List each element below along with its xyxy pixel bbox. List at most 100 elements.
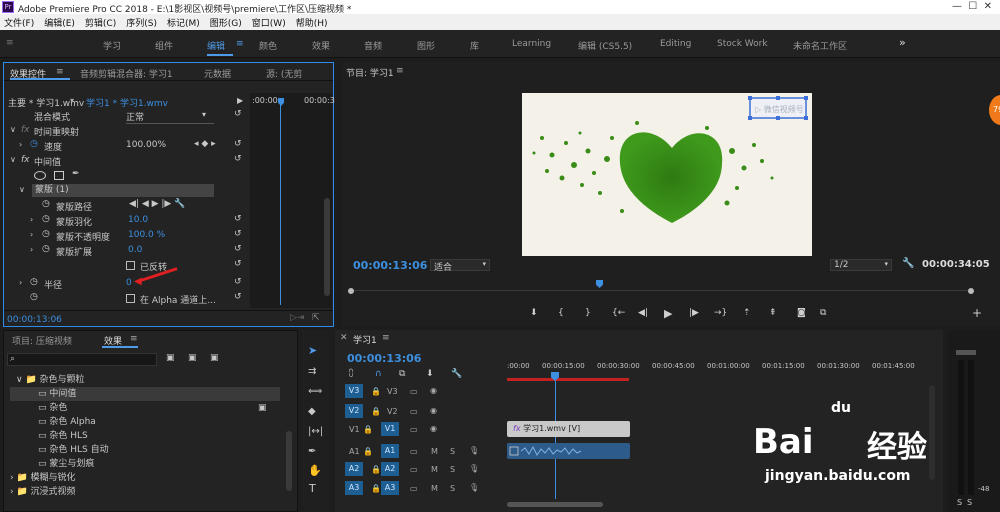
eye-icon[interactable]: ◉ bbox=[430, 406, 437, 415]
track-name-a3[interactable]: A3 bbox=[381, 481, 399, 495]
list-item[interactable]: › 📁 沉浸式视频 bbox=[10, 485, 280, 499]
eye-icon[interactable]: ◉ bbox=[430, 424, 437, 433]
work-area-bar[interactable] bbox=[507, 378, 629, 381]
sync-lock-icon[interactable]: ▭ bbox=[410, 447, 418, 456]
keyframe-nav-icon[interactable]: ◂ ◆ ▸ bbox=[194, 139, 216, 149]
reset-icon[interactable]: ↺ bbox=[234, 259, 242, 269]
lock-icon[interactable]: 🔒 bbox=[363, 425, 373, 434]
play-icon[interactable]: ▶ bbox=[664, 307, 672, 320]
tab-source[interactable]: 源: (无剪 bbox=[266, 67, 302, 80]
chevron-down-icon[interactable]: ∨ bbox=[10, 125, 16, 134]
microphone-icon[interactable]: 🎙 bbox=[469, 483, 479, 492]
video-frame[interactable]: ▷ 微信视频号 bbox=[522, 93, 812, 256]
add-marker-icon[interactable]: ⬇ bbox=[426, 369, 434, 379]
sequence-clip-label[interactable]: 学习1 * 学习1.wmv bbox=[86, 96, 168, 109]
stopwatch-icon[interactable]: ◷ bbox=[42, 244, 50, 254]
chevron-right-icon[interactable]: › bbox=[30, 230, 33, 239]
resolution-select[interactable]: 1/2 ▾ bbox=[830, 259, 892, 271]
list-item[interactable]: › 📁 模糊与锐化 bbox=[10, 471, 280, 485]
menu-file[interactable]: 文件(F) bbox=[4, 16, 34, 29]
reset-icon[interactable]: ↺ bbox=[234, 244, 242, 254]
reset-icon[interactable]: ↺ bbox=[234, 154, 242, 164]
workspace-editing-en[interactable]: Editing bbox=[660, 39, 691, 49]
yuv-effects-icon[interactable]: ▣ bbox=[210, 353, 219, 363]
workspace-stock-work[interactable]: Stock Work bbox=[717, 39, 768, 49]
stopwatch-icon[interactable]: ◷ bbox=[42, 229, 50, 239]
32bit-effects-icon[interactable]: ▣ bbox=[188, 353, 197, 363]
workspace-overflow-button[interactable]: » bbox=[899, 36, 906, 49]
nest-icon[interactable]: ⩇ bbox=[349, 369, 353, 379]
list-item[interactable]: ∨ 📁 杂色与颗粒 bbox=[10, 373, 280, 387]
list-item[interactable]: ▭ 中间值 bbox=[10, 387, 280, 401]
audio-clip[interactable] bbox=[507, 443, 630, 459]
tab-audio-clip-mixer[interactable]: 音频剪辑混合器: 学习1 bbox=[80, 67, 173, 80]
stopwatch-icon[interactable]: ◷ bbox=[30, 292, 38, 302]
linked-selection-icon[interactable]: ⧉ bbox=[399, 369, 405, 379]
workspace-menu-icon[interactable]: ≡ bbox=[6, 38, 14, 48]
reset-icon[interactable]: ↺ bbox=[234, 229, 242, 239]
solo-button[interactable]: S bbox=[450, 465, 455, 474]
track-target-a1[interactable]: A1 bbox=[381, 444, 399, 458]
pen-icon[interactable]: ✒ bbox=[72, 169, 80, 179]
list-item[interactable]: ▭ 蒙尘与划痕 bbox=[10, 457, 280, 471]
pen-tool-icon[interactable]: ✒ bbox=[308, 446, 316, 457]
stopwatch-icon[interactable]: ◷ bbox=[30, 277, 38, 287]
track-target-a3[interactable]: A3 bbox=[345, 481, 363, 495]
speed-value[interactable]: 100.00% bbox=[126, 140, 166, 150]
sync-lock-icon[interactable]: ▭ bbox=[410, 407, 418, 416]
effects-list-scrollbar[interactable] bbox=[286, 431, 292, 491]
workspace-libraries[interactable]: 库 bbox=[470, 39, 479, 52]
mute-button[interactable]: M bbox=[431, 484, 438, 493]
scrubber-start-handle[interactable] bbox=[348, 288, 354, 294]
reset-icon[interactable]: ↺ bbox=[234, 292, 242, 302]
panel-menu-icon[interactable]: ≡ bbox=[396, 66, 404, 76]
track-target-v2[interactable]: V2 bbox=[345, 404, 363, 418]
track-name-a2[interactable]: A2 bbox=[381, 462, 399, 476]
step-forward-icon[interactable]: |▶ bbox=[689, 308, 699, 318]
close-icon[interactable]: ✕ bbox=[340, 333, 348, 343]
mask-expansion-value[interactable]: 0.0 bbox=[128, 245, 142, 255]
list-item[interactable]: ▭ 杂色 ▣ bbox=[10, 401, 280, 415]
effects-search-input[interactable]: ⌕ bbox=[7, 353, 157, 366]
stopwatch-icon[interactable]: ◷ bbox=[42, 199, 50, 209]
fx-icon[interactable]: fx bbox=[21, 155, 30, 165]
type-tool-icon[interactable]: T bbox=[309, 482, 316, 495]
lift-icon[interactable]: ⇡ bbox=[743, 308, 751, 318]
eye-icon[interactable]: ◉ bbox=[430, 386, 437, 395]
slip-tool-icon[interactable]: |↔| bbox=[308, 426, 323, 437]
effect-controls-scrollbar[interactable] bbox=[324, 198, 330, 296]
timeline-h-scrollbar[interactable] bbox=[507, 502, 603, 507]
scrubber-end-handle[interactable] bbox=[968, 288, 974, 294]
panel-menu-icon[interactable]: ≡ bbox=[130, 334, 138, 344]
mark-out-icon[interactable]: } bbox=[585, 308, 591, 318]
chevron-right-icon[interactable]: › bbox=[30, 245, 33, 254]
export-frame-icon[interactable]: ◙ bbox=[797, 308, 806, 318]
sync-lock-icon[interactable]: ▭ bbox=[410, 387, 418, 396]
menu-markers[interactable]: 标记(M) bbox=[167, 16, 200, 29]
mute-button[interactable]: M bbox=[431, 447, 438, 456]
solo-button[interactable]: S bbox=[450, 447, 455, 456]
meter-solo-right[interactable]: S bbox=[967, 498, 972, 507]
window-controls[interactable]: — ☐ ✕ bbox=[952, 1, 992, 12]
track-mask-controls-icon[interactable]: ◀| ◀ ▶ |▶ 🔧 bbox=[129, 199, 185, 209]
alpha-checkbox[interactable] bbox=[126, 294, 135, 303]
program-scrubber[interactable] bbox=[348, 280, 974, 294]
reset-icon[interactable]: ↺ bbox=[234, 139, 242, 149]
meter-solo-left[interactable]: S bbox=[957, 498, 962, 507]
program-playhead[interactable] bbox=[596, 280, 603, 288]
timeline-title[interactable]: 学习1 bbox=[353, 333, 377, 346]
snap-icon[interactable]: ∩ bbox=[375, 369, 382, 379]
floating-badge[interactable]: 79 bbox=[989, 95, 1000, 125]
workspace-learning[interactable]: Learning bbox=[512, 39, 551, 49]
menu-help[interactable]: 帮助(H) bbox=[296, 16, 328, 29]
track-target-v3[interactable]: V3 bbox=[345, 384, 363, 398]
menu-graphics[interactable]: 图形(G) bbox=[210, 16, 242, 29]
chevron-right-icon[interactable]: › bbox=[30, 215, 33, 224]
bbox-handle[interactable] bbox=[776, 96, 780, 100]
mark-in-icon[interactable]: { bbox=[558, 308, 564, 318]
lock-icon[interactable]: 🔒 bbox=[371, 484, 381, 493]
track-target-a2[interactable]: A2 bbox=[345, 462, 363, 476]
reset-icon[interactable]: ↺ bbox=[234, 277, 242, 287]
workspace-edit-menu-icon[interactable]: ≡ bbox=[236, 39, 244, 49]
inverted-checkbox[interactable] bbox=[126, 261, 135, 270]
